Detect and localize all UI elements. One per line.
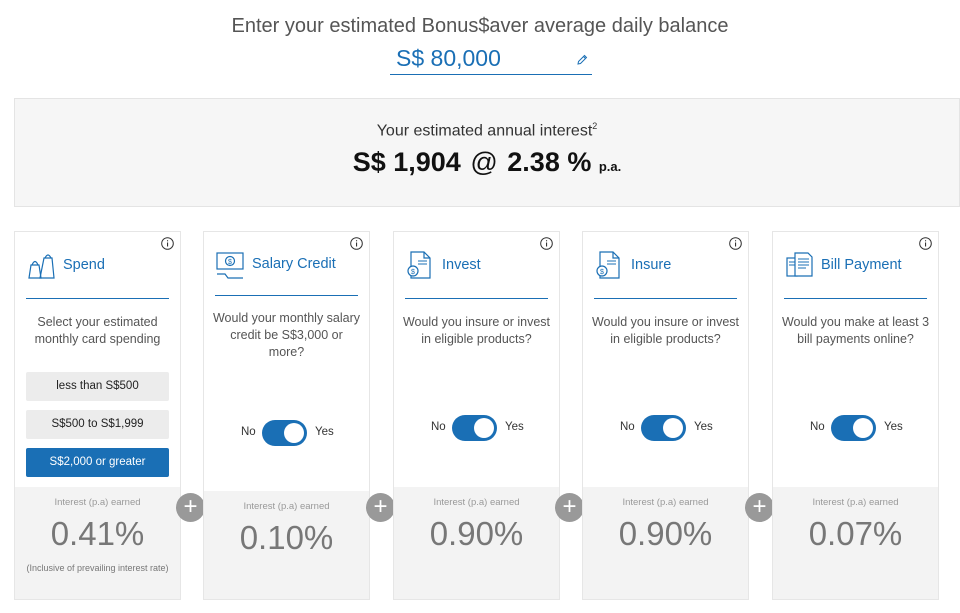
svg-text:$: $ — [228, 259, 232, 266]
salary-money-icon: $ — [216, 252, 244, 279]
interest-box: Interest (p.a) earned 0.07% — [773, 487, 938, 599]
card-title: Salary Credit — [252, 256, 336, 272]
bill-documents-icon — [786, 252, 813, 277]
summary-label: Your estimated annual interest2 — [15, 121, 959, 140]
card-header: Bill Payment — [784, 247, 927, 299]
interest-label: Interest (p.a) earned — [243, 501, 330, 512]
toggle-no-label: No — [431, 421, 446, 433]
card-header: $ Salary Credit — [215, 247, 358, 296]
card-header: $ Insure — [594, 247, 737, 299]
interest-label: Interest (p.a) earned — [622, 497, 709, 508]
bill-toggle[interactable] — [831, 415, 876, 441]
balance-value[interactable]: S$ 80,000 — [396, 45, 501, 72]
insure-toggle[interactable] — [641, 415, 686, 441]
card-title: Spend — [63, 257, 105, 273]
card-bill-payment: Bill Payment Would you make at least 3 b… — [772, 231, 939, 600]
toggle-no-label: No — [620, 421, 635, 433]
interest-box: Interest (p.a) earned 0.41% (Inclusive o… — [15, 487, 180, 599]
card-title: Insure — [631, 257, 672, 273]
toggle-knob[interactable] — [663, 418, 683, 438]
invest-toggle-row: No Yes — [394, 415, 559, 441]
toggle-yes-label: Yes — [315, 426, 334, 438]
interest-note: (Inclusive of prevailing interest rate) — [26, 563, 169, 573]
plus-icon: + — [176, 493, 205, 522]
plus-icon: + — [555, 493, 584, 522]
plus-icon: + — [745, 493, 774, 522]
spend-option-mid[interactable]: S$500 to S$1,999 — [26, 410, 169, 439]
card-question: Would you insure or invest in eligible p… — [402, 315, 551, 346]
card-header: $ Invest — [405, 247, 548, 299]
card-question: Would you insure or invest in eligible p… — [591, 315, 740, 346]
interest-label: Interest (p.a) earned — [54, 497, 141, 508]
card-salary-credit: $ Salary Credit Would your monthly salar… — [203, 231, 370, 600]
footnote-marker: 2 — [592, 121, 598, 131]
interest-value: 0.90% — [429, 515, 524, 552]
card-insure: $ Insure Would you insure or invest in e… — [582, 231, 749, 600]
summary-label-text: Your estimated annual interest — [376, 122, 593, 140]
svg-text:$: $ — [411, 269, 415, 276]
interest-label: Interest (p.a) earned — [433, 497, 520, 508]
insure-toggle-row: No Yes — [583, 415, 748, 441]
interest-box: Interest (p.a) earned 0.90% — [583, 487, 748, 599]
salary-toggle[interactable] — [262, 420, 307, 446]
toggle-knob[interactable] — [284, 423, 304, 443]
at-symbol: @ — [470, 147, 498, 177]
card-title: Bill Payment — [821, 257, 902, 273]
interest-value: 0.41% — [50, 515, 145, 552]
plus-icon: + — [366, 493, 395, 522]
document-dollar-icon: $ — [407, 251, 431, 279]
toggle-yes-label: Yes — [694, 421, 713, 433]
toggle-no-label: No — [241, 426, 256, 438]
interest-box: Interest (p.a) earned 0.90% — [394, 487, 559, 599]
toggle-no-label: No — [810, 421, 825, 433]
spend-option-high[interactable]: S$2,000 or greater — [26, 448, 169, 477]
card-question: Would your monthly salary credit be S$3,… — [212, 311, 361, 359]
card-question: Would you make at least 3 bill payments … — [781, 315, 930, 346]
toggle-knob[interactable] — [853, 418, 873, 438]
interest-box: Interest (p.a) earned 0.10% — [204, 491, 369, 599]
summary-value: S$ 1,904 @ 2.38 % p.a. — [15, 147, 959, 178]
balance-input[interactable]: S$ 80,000 — [390, 44, 592, 75]
invest-toggle[interactable] — [452, 415, 497, 441]
spend-option-low[interactable]: less than S$500 — [26, 372, 169, 401]
interest-value: 0.07% — [808, 515, 903, 552]
card-question: Select your estimated monthly card spend… — [34, 315, 161, 346]
interest-rate: 2.38 % — [507, 147, 592, 177]
svg-text:$: $ — [600, 269, 604, 276]
interest-amount: S$ 1,904 — [352, 147, 461, 177]
toggle-yes-label: Yes — [884, 421, 903, 433]
card-title: Invest — [442, 257, 481, 273]
interest-value: 0.10% — [239, 519, 334, 556]
interest-summary: Your estimated annual interest2 S$ 1,904… — [14, 98, 960, 207]
card-invest: $ Invest Would you insure or invest in e… — [393, 231, 560, 600]
rate-suffix: p.a. — [598, 159, 622, 174]
card-spend: Spend Select your estimated monthly card… — [14, 231, 181, 600]
balance-prompt: Enter your estimated Bonus$aver average … — [231, 15, 729, 37]
toggle-knob[interactable] — [474, 418, 494, 438]
toggle-yes-label: Yes — [505, 421, 524, 433]
bill-toggle-row: No Yes — [773, 415, 938, 441]
pencil-icon[interactable] — [576, 54, 588, 66]
shopping-bags-icon — [28, 254, 55, 279]
interest-label: Interest (p.a) earned — [812, 497, 899, 508]
interest-value: 0.90% — [618, 515, 713, 552]
card-header: Spend — [26, 247, 169, 299]
salary-toggle-row: No Yes — [204, 420, 369, 446]
document-dollar-icon: $ — [596, 251, 620, 279]
